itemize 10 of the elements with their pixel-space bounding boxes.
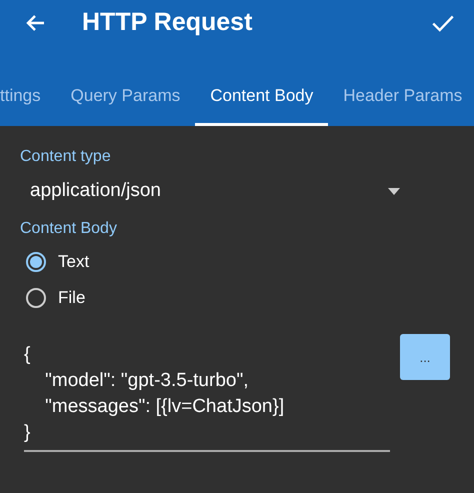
field-label: Content Body	[20, 220, 118, 238]
content-body-input-field[interactable]: { "model": "gpt-3.5-turbo", "messages": [{lv=ChatJson}] }	[24, 326, 390, 452]
tab[interactable]: Content Body	[195, 68, 328, 126]
dropdown-caret-icon	[388, 188, 400, 194]
content-type-dropdown[interactable]: application/json	[20, 172, 400, 210]
radio-option[interactable]: Text	[20, 244, 90, 280]
radio-option[interactable]: File	[20, 280, 86, 316]
field-label: Content type	[20, 148, 112, 166]
more-button[interactable]: ...	[400, 334, 450, 380]
screen-title: HTTP Request	[82, 8, 254, 37]
